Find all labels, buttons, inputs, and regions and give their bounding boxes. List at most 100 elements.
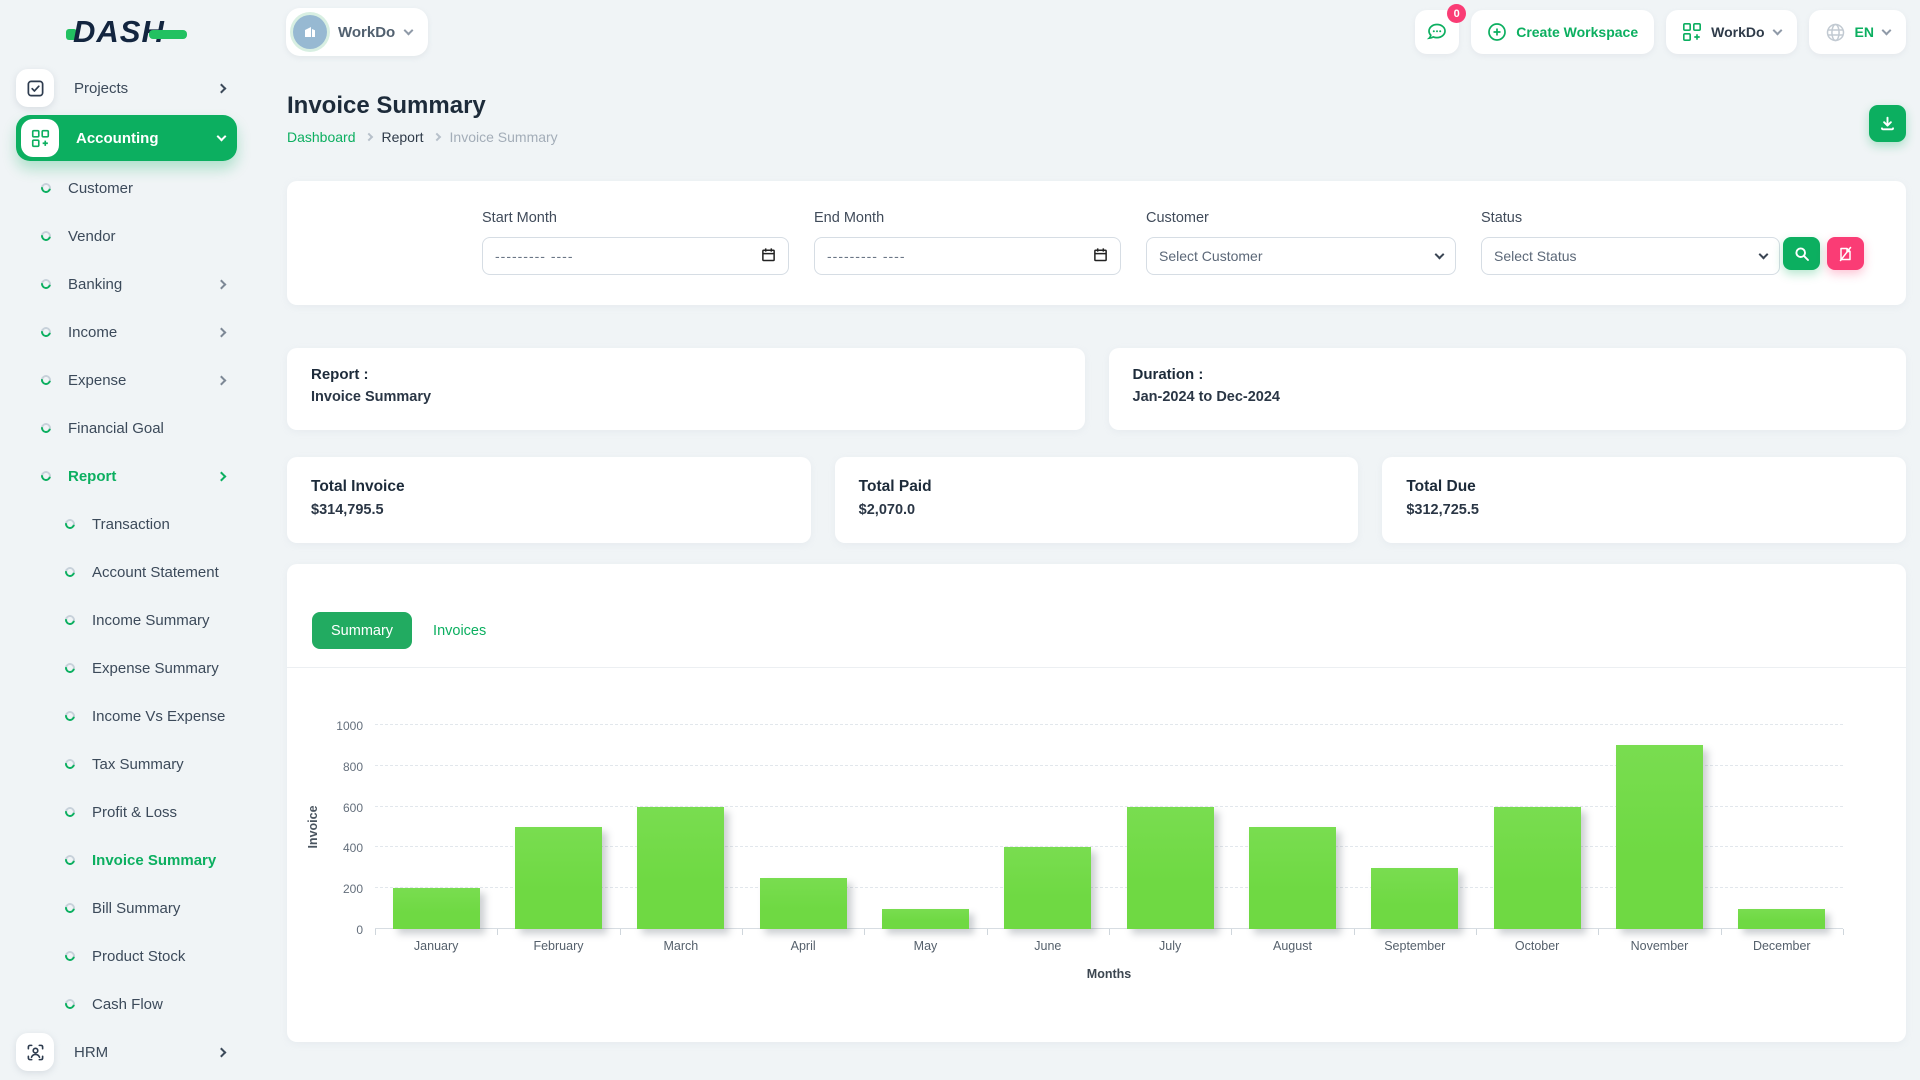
sidebar-item-hrm[interactable]: HRM: [16, 1028, 237, 1076]
sidebar-item-profit-loss[interactable]: Profit & Loss: [16, 788, 237, 836]
notification-badge: 0: [1447, 4, 1466, 23]
reset-filter-button[interactable]: [1827, 237, 1864, 270]
messenger-button[interactable]: 0: [1415, 10, 1459, 54]
language-selector[interactable]: EN: [1809, 10, 1906, 54]
x-tick-mark: [864, 929, 865, 935]
tab-summary[interactable]: Summary: [312, 612, 412, 649]
end-month-label: End Month: [814, 210, 1121, 226]
bar-september[interactable]: [1371, 868, 1458, 929]
sidebar-item-income-vs-expense[interactable]: Income Vs Expense: [16, 692, 237, 740]
bar-slot: [1598, 725, 1720, 929]
sidebar-item-bill-summary[interactable]: Bill Summary: [16, 884, 237, 932]
sidebar-item-vendor[interactable]: Vendor: [16, 212, 237, 260]
bar-june[interactable]: [1004, 847, 1091, 929]
sidebar-item-expense-summary[interactable]: Expense Summary: [16, 644, 237, 692]
total-due-card: Total Due $312,725.5: [1382, 457, 1906, 543]
sidebar-item-customer[interactable]: Customer: [16, 164, 237, 212]
bar-august[interactable]: [1249, 827, 1336, 929]
start-month-input[interactable]: --------- ----: [482, 237, 789, 275]
chat-icon: [1426, 21, 1448, 43]
sidebar-item-income[interactable]: Income: [16, 308, 237, 356]
bar-slot: [497, 725, 619, 929]
bar-april[interactable]: [760, 878, 847, 929]
chevron-right-icon: [217, 375, 227, 385]
bar-march[interactable]: [637, 807, 724, 929]
y-tick-label: 400: [343, 841, 363, 855]
bar-december[interactable]: [1738, 909, 1825, 929]
bullet-icon: [39, 181, 53, 195]
y-tick-label: 1000: [336, 719, 363, 733]
bullet-icon: [39, 373, 53, 387]
sidebar-menu: ProjectsAccountingCustomerVendorBankingI…: [0, 64, 252, 1080]
chevron-right-icon: [217, 83, 227, 93]
bar-november[interactable]: [1616, 745, 1703, 929]
bar-february[interactable]: [515, 827, 602, 929]
checkbox-icon: [16, 69, 54, 107]
bar-october[interactable]: [1494, 807, 1581, 929]
x-tick-mark: [1354, 929, 1355, 935]
x-tick-mark: [987, 929, 988, 935]
x-tick-mark: [1476, 929, 1477, 935]
sidebar-item-banking[interactable]: Banking: [16, 260, 237, 308]
x-tick-mark: [620, 929, 621, 935]
breadcrumb-dashboard[interactable]: Dashboard: [287, 129, 356, 145]
bar-may[interactable]: [882, 909, 969, 929]
calendar-icon: [1093, 247, 1108, 265]
y-axis-title: Invoice: [306, 805, 320, 848]
y-tick-label: 600: [343, 801, 363, 815]
x-tick-mark: [1231, 929, 1232, 935]
bar-slot: [987, 725, 1109, 929]
x-label-october: October: [1476, 939, 1598, 953]
sidebar-item-report[interactable]: Report: [16, 452, 237, 500]
sidebar-item-income-summary[interactable]: Income Summary: [16, 596, 237, 644]
sidebar-item-tax-summary[interactable]: Tax Summary: [16, 740, 237, 788]
sidebar-item-transaction[interactable]: Transaction: [16, 500, 237, 548]
chevron-right-icon: [217, 1047, 227, 1057]
create-workspace-label: Create Workspace: [1516, 24, 1638, 40]
x-label-may: May: [864, 939, 986, 953]
breadcrumb-report[interactable]: Report: [382, 129, 424, 145]
search-button[interactable]: [1783, 237, 1820, 270]
main-content: Invoice Summary DashboardReportInvoice S…: [252, 64, 1920, 1080]
x-label-june: June: [987, 939, 1109, 953]
grid-plus-icon: [1682, 22, 1702, 42]
status-select[interactable]: Select Status: [1481, 237, 1780, 275]
invoice-bar-chart: Invoice 02004006008001000: [375, 725, 1843, 929]
sidebar-item-invoice-summary[interactable]: Invoice Summary: [16, 836, 237, 884]
x-tick-mark: [497, 929, 498, 935]
end-month-input[interactable]: --------- ----: [814, 237, 1121, 275]
bar-july[interactable]: [1127, 807, 1214, 929]
total-invoice-card: Total Invoice $314,795.5: [287, 457, 811, 543]
bar-january[interactable]: [393, 888, 480, 929]
download-button[interactable]: [1869, 105, 1906, 142]
sidebar-item-accounting[interactable]: Accounting: [16, 115, 237, 161]
x-tick-mark: [742, 929, 743, 935]
bullet-icon: [63, 901, 77, 915]
download-icon: [1879, 115, 1896, 132]
chevron-down-icon: [1772, 26, 1782, 36]
sidebar-item-financial-goal[interactable]: Financial Goal: [16, 404, 237, 452]
workdo-menu-button[interactable]: WorkDo: [1666, 10, 1796, 54]
sidebar-item-cash-flow[interactable]: Cash Flow: [16, 980, 237, 1028]
x-tick-mark: [375, 929, 376, 935]
sidebar-item-projects[interactable]: Projects: [16, 64, 237, 112]
chevron-right-icon: [217, 471, 227, 481]
create-workspace-button[interactable]: Create Workspace: [1471, 10, 1654, 54]
chart-tabs: Summary Invoices: [287, 564, 1906, 668]
sidebar-item-expense[interactable]: Expense: [16, 356, 237, 404]
bullet-icon: [63, 805, 77, 819]
workspace-selector[interactable]: WorkDo: [286, 8, 428, 56]
bar-slot: [1109, 725, 1231, 929]
sidebar-item-product-stock[interactable]: Product Stock: [16, 932, 237, 980]
chevron-right-icon: [217, 279, 227, 289]
sidebar-item-account-statement[interactable]: Account Statement: [16, 548, 237, 596]
x-label-december: December: [1721, 939, 1843, 953]
start-month-label: Start Month: [482, 210, 789, 226]
customer-select[interactable]: Select Customer: [1146, 237, 1456, 275]
report-card-label: Report :: [311, 364, 1061, 386]
tab-invoices[interactable]: Invoices: [433, 623, 486, 639]
bar-slot: [620, 725, 742, 929]
grid-plus-icon: [21, 119, 59, 157]
x-label-february: February: [497, 939, 619, 953]
bar-slot: [864, 725, 986, 929]
